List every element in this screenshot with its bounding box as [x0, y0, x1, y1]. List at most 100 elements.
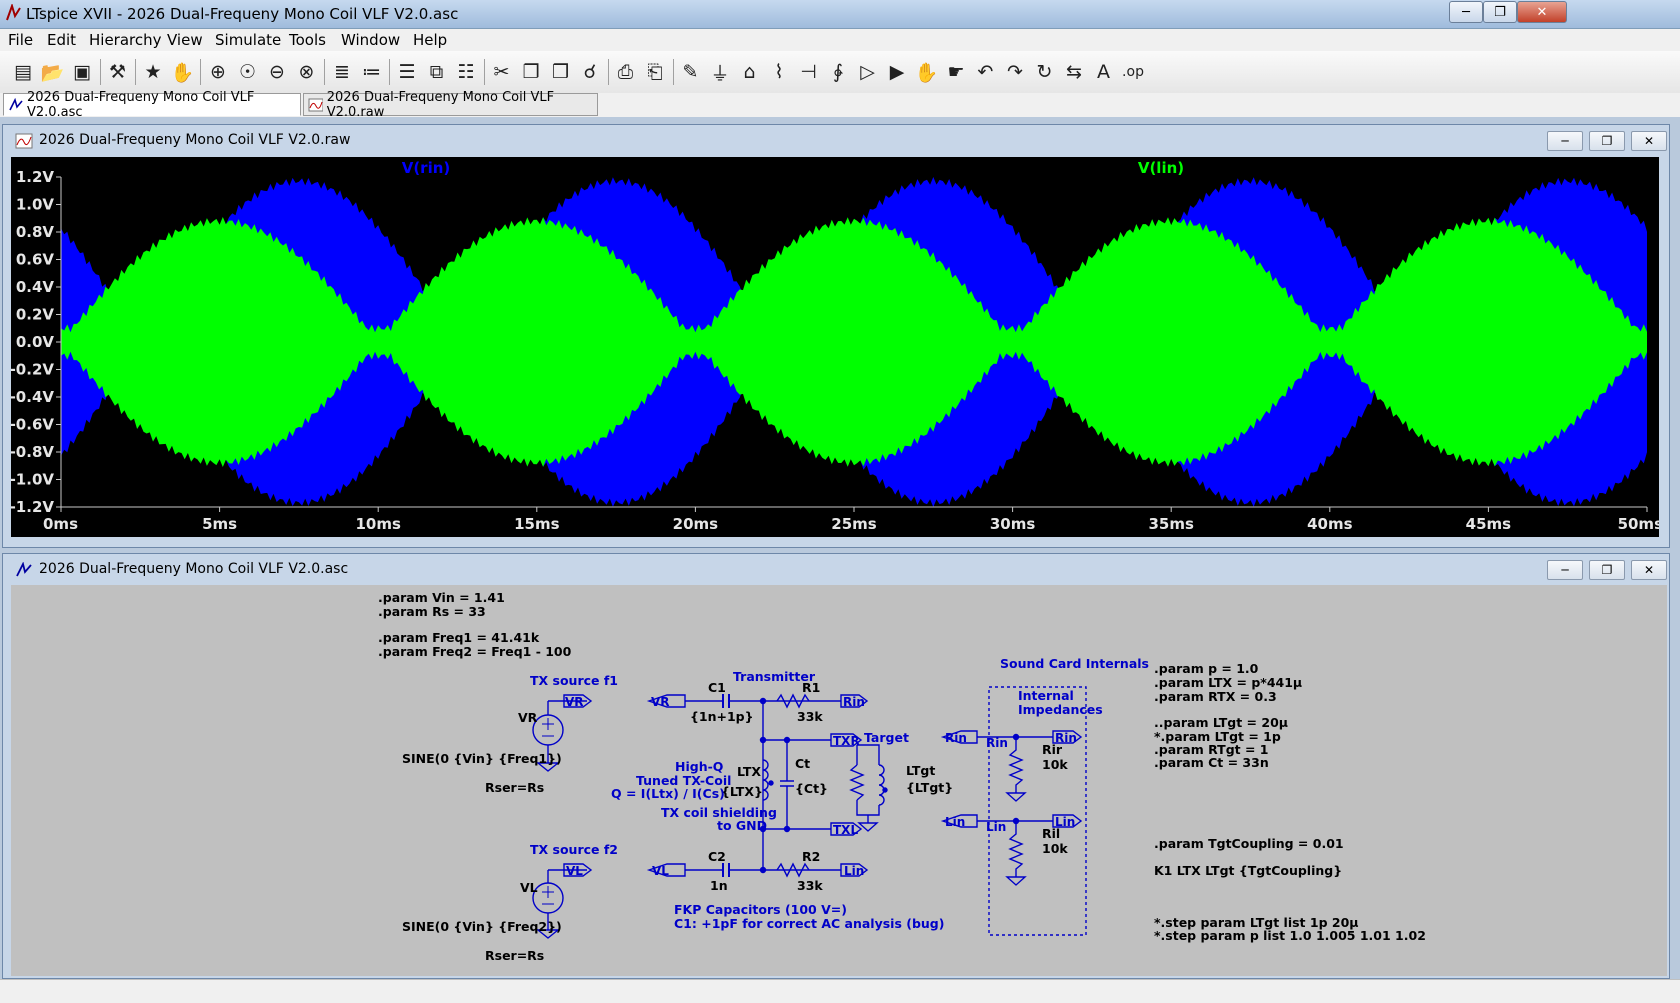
schematic-close-button[interactable]: ✕: [1631, 560, 1667, 580]
label-ct-value[interactable]: {Ct}: [795, 781, 828, 796]
component-icon[interactable]: ▶: [884, 59, 910, 85]
text-icon[interactable]: A: [1091, 59, 1117, 85]
minimize-button[interactable]: ─: [1449, 1, 1483, 23]
redo-icon[interactable]: ↷: [1002, 59, 1028, 85]
directive-k1[interactable]: K1 LTX LTgt {TgtCoupling}: [1154, 863, 1342, 878]
label-ril[interactable]: Ril: [1042, 826, 1060, 841]
net-flag-rin-out[interactable]: Rin: [843, 695, 865, 709]
waveform-chart[interactable]: 1.2V 1.0V 0.8V 0.6V 0.4V 0.2V 0.0V -0.2V -0.4V -0…: [10, 157, 1663, 537]
label-ltgt-value[interactable]: {LTgt}: [906, 780, 953, 795]
schematic-canvas[interactable]: .param Vin = 1.41 .param Rs = 33 .param …: [11, 585, 1667, 976]
label-r1-value[interactable]: 33k: [797, 709, 823, 724]
autorange-icon[interactable]: ≣: [329, 59, 355, 85]
label-ltgt[interactable]: LTgt: [906, 763, 935, 778]
label-c1[interactable]: C1: [708, 680, 726, 695]
tile-horizontal-icon[interactable]: ☰: [394, 59, 420, 85]
param-tgt-coupling[interactable]: .param TgtCoupling = 0.01: [1154, 836, 1344, 851]
ground-icon[interactable]: ⏚: [707, 59, 733, 85]
draw-wire-icon[interactable]: ✎: [678, 59, 704, 85]
zoom-in-icon[interactable]: ⊕: [205, 59, 231, 85]
zoom-out-icon[interactable]: ⊖: [264, 59, 290, 85]
resistor-icon[interactable]: ⌇: [766, 59, 792, 85]
label-sine1[interactable]: SINE(0 {Vin} {Freq1}): [402, 751, 562, 766]
label-vr[interactable]: VR: [518, 710, 537, 725]
waveform-close-button[interactable]: ✕: [1631, 131, 1667, 151]
rotate-icon[interactable]: ↻: [1032, 59, 1058, 85]
net-label-rin[interactable]: Rin: [986, 736, 1008, 750]
net-flag-vr-in[interactable]: VR: [651, 695, 670, 709]
waveform-minimize-button[interactable]: ─: [1547, 131, 1583, 151]
close-button[interactable]: ✕: [1517, 1, 1567, 23]
net-flag-txr[interactable]: TXR: [833, 734, 860, 748]
cut-icon[interactable]: ✂: [489, 59, 515, 85]
net-flag-rin-in[interactable]: Rin: [945, 731, 967, 745]
menu-tools[interactable]: Tools: [289, 31, 326, 49]
param-vin[interactable]: .param Vin = 1.41: [378, 590, 505, 605]
label-rir-value[interactable]: 10k: [1042, 757, 1068, 772]
menu-window[interactable]: Window: [341, 31, 400, 49]
net-flag-lin-in[interactable]: Lin: [945, 815, 965, 829]
waveform-plot[interactable]: 1.2V 1.0V 0.8V 0.6V 0.4V 0.2V 0.0V -0.2V -0.4V -0…: [10, 157, 1663, 537]
net-flag-lin-out[interactable]: Lin: [844, 864, 864, 878]
new-schematic-icon[interactable]: ▤: [10, 59, 36, 85]
param-p[interactable]: .param p = 1.0: [1154, 661, 1258, 676]
directive-step-p[interactable]: *.step param p list 1.0 1.005 1.01 1.02: [1154, 928, 1426, 943]
menu-file[interactable]: File: [8, 31, 33, 49]
label-net-icon[interactable]: ⌂: [737, 59, 763, 85]
cascade-icon[interactable]: ⧉: [424, 59, 450, 85]
label-r1[interactable]: R1: [802, 680, 820, 695]
paste-icon[interactable]: ❒: [548, 59, 574, 85]
param-rtx[interactable]: .param RTX = 0.3: [1154, 689, 1277, 704]
mirror-icon[interactable]: ⇆: [1061, 59, 1087, 85]
tab-schematic[interactable]: 2026 Dual-Frequeny Mono Coil VLF V2.0.as…: [3, 90, 301, 120]
label-sine2[interactable]: SINE(0 {Vin} {Freq2}): [402, 919, 562, 934]
inductor-icon[interactable]: ∳: [825, 59, 851, 85]
label-rser2[interactable]: Rser=Rs: [485, 948, 544, 963]
param-freq1[interactable]: .param Freq1 = 41.41k: [378, 630, 539, 645]
move-icon[interactable]: ✋: [914, 59, 940, 85]
run-icon[interactable]: ★: [140, 59, 166, 85]
label-r2-value[interactable]: 33k: [797, 878, 823, 893]
control-panel-icon[interactable]: ⚒: [105, 59, 131, 85]
label-c2-value[interactable]: 1n: [710, 878, 728, 893]
waveform-restore-button[interactable]: ❐: [1589, 131, 1625, 151]
schematic-minimize-button[interactable]: ─: [1547, 560, 1583, 580]
label-ltx[interactable]: LTX: [737, 764, 761, 779]
net-label-lin[interactable]: Lin: [986, 820, 1006, 834]
net-flag-txl[interactable]: TXL: [833, 823, 858, 837]
param-ct[interactable]: .param Ct = 33n: [1154, 755, 1269, 770]
net-flag-vr[interactable]: VR: [565, 695, 584, 709]
drag-icon[interactable]: ☛: [943, 59, 969, 85]
menu-hierarchy[interactable]: Hierarchy: [89, 31, 162, 49]
zoom-fit-icon[interactable]: ⊗: [294, 59, 320, 85]
save-icon[interactable]: ▣: [69, 59, 95, 85]
menu-help[interactable]: Help: [413, 31, 447, 49]
label-ct[interactable]: Ct: [795, 756, 810, 771]
schematic-restore-button[interactable]: ❐: [1589, 560, 1625, 580]
tile-vertical-icon[interactable]: ☷: [453, 59, 479, 85]
tab-waveform[interactable]: 2026 Dual-Frequeny Mono Coil VLF V2.0.ra…: [303, 90, 598, 120]
menu-view[interactable]: View: [167, 31, 203, 49]
label-c1-value[interactable]: {1n+1p}: [690, 709, 754, 724]
pan-icon[interactable]: ☉: [235, 59, 261, 85]
net-flag-vl[interactable]: VL: [566, 864, 583, 878]
label-rser1[interactable]: Rser=Rs: [485, 780, 544, 795]
trace-label-vrin[interactable]: V(rin): [402, 159, 451, 177]
label-ril-value[interactable]: 10k: [1042, 841, 1068, 856]
param-ltgt[interactable]: ..param LTgt = 20µ: [1154, 715, 1288, 730]
print-preview-icon[interactable]: ⎗: [642, 59, 668, 85]
delete-trace-icon[interactable]: ≔: [359, 59, 385, 85]
copy-icon[interactable]: ❐: [518, 59, 544, 85]
diode-icon[interactable]: ▷: [855, 59, 881, 85]
label-rir[interactable]: Rir: [1042, 742, 1062, 757]
find-icon[interactable]: ☌: [577, 59, 603, 85]
label-c2[interactable]: C2: [708, 849, 726, 864]
label-vl[interactable]: VL: [520, 880, 538, 895]
capacitor-icon[interactable]: ⊣: [796, 59, 822, 85]
param-freq2[interactable]: .param Freq2 = Freq1 - 100: [378, 644, 571, 659]
menu-edit[interactable]: Edit: [47, 31, 76, 49]
print-icon[interactable]: ⎙: [613, 59, 639, 85]
menu-simulate[interactable]: Simulate: [215, 31, 281, 49]
maximize-button[interactable]: ❐: [1483, 1, 1517, 23]
open-icon[interactable]: 📂: [40, 59, 66, 85]
